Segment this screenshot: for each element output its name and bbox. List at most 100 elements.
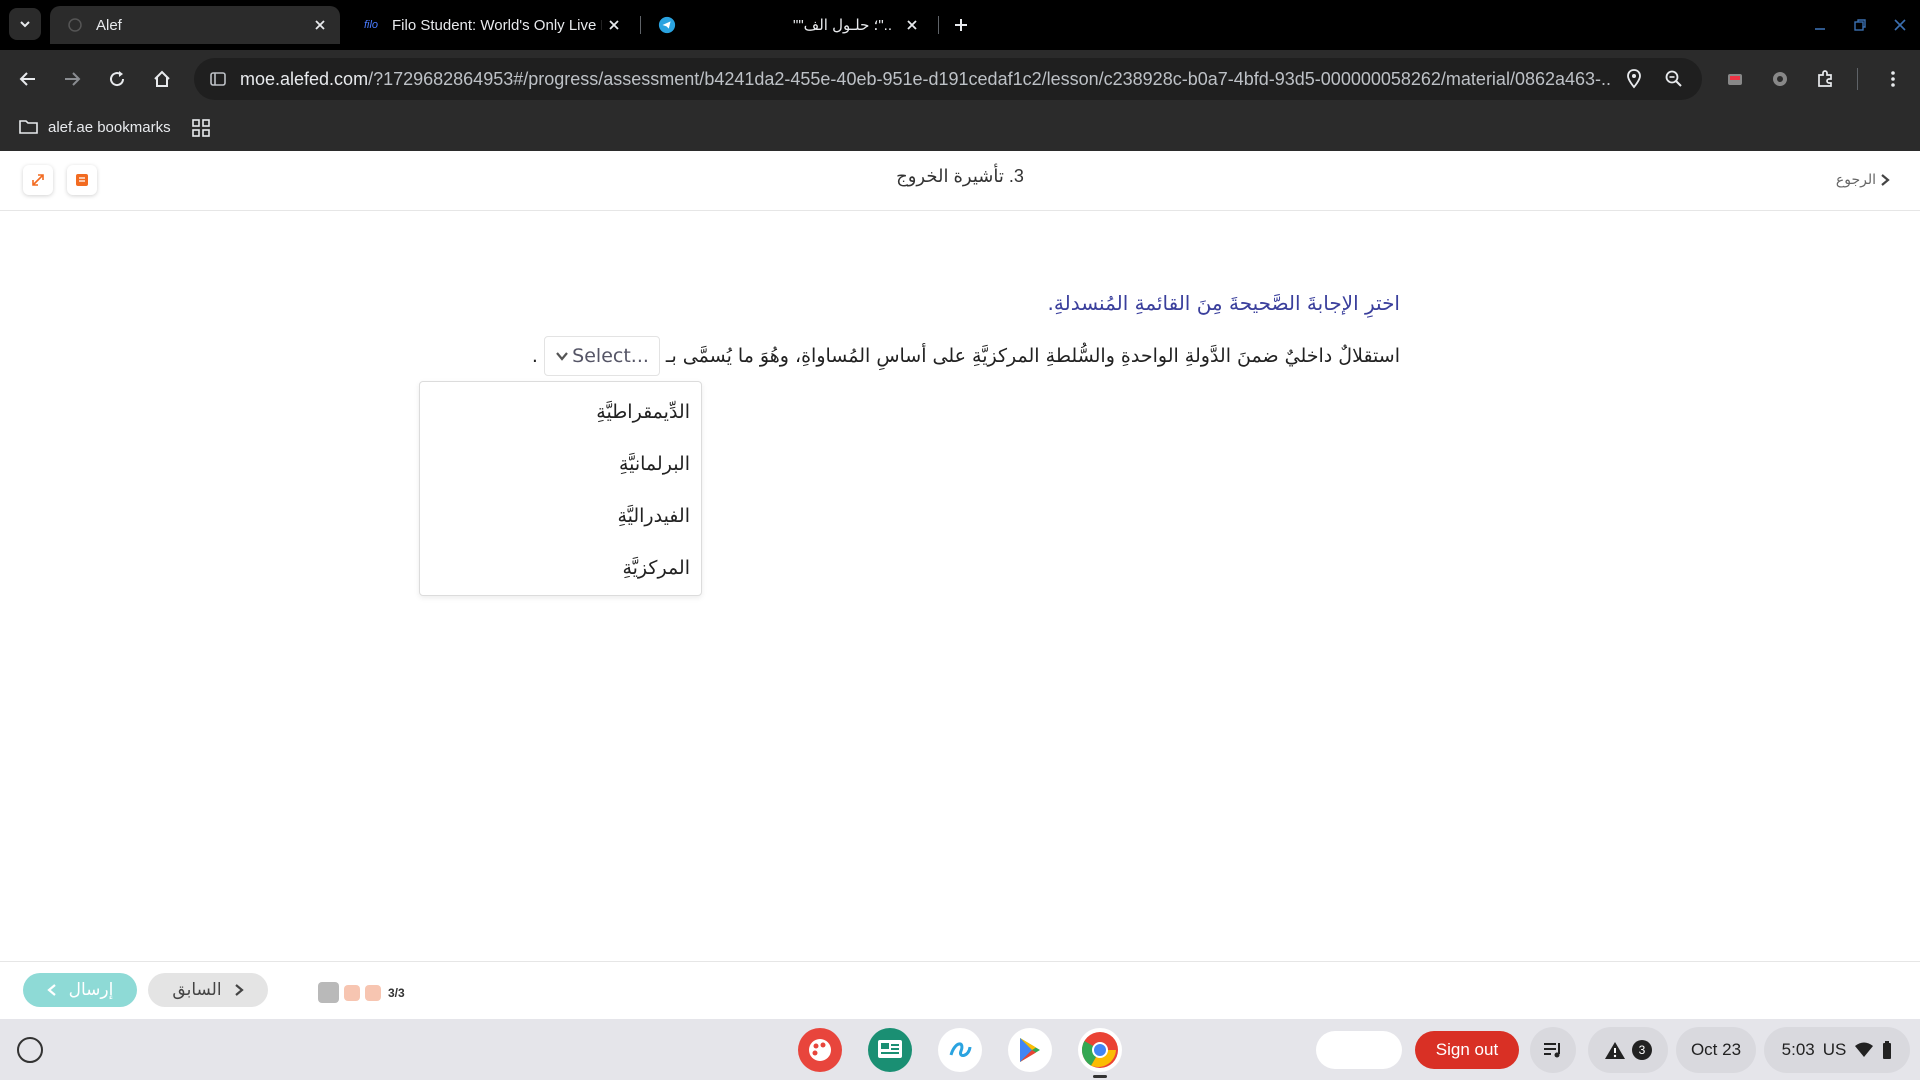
battery-icon bbox=[1883, 1041, 1892, 1059]
progress-dot[interactable] bbox=[344, 984, 360, 1001]
extension-button[interactable] bbox=[1720, 64, 1750, 94]
dropdown-option[interactable]: الفيدراليَّةِ bbox=[420, 490, 701, 542]
puzzle-icon bbox=[1818, 70, 1832, 87]
filo-favicon-icon: filo bbox=[363, 19, 379, 31]
submit-label: إرسال bbox=[68, 980, 114, 999]
lesson-header: 3. تأشيرة الخروج الرجوع bbox=[0, 151, 1920, 211]
clock-time: 5:03 bbox=[1781, 1040, 1815, 1059]
minimize-icon bbox=[1815, 28, 1825, 30]
zoom-icon[interactable] bbox=[1664, 69, 1684, 89]
url-path: /?1729682864953#/progress/assessment/b42… bbox=[368, 69, 1610, 89]
home-button[interactable] bbox=[147, 64, 177, 94]
chevron-down-icon bbox=[20, 21, 30, 28]
progress-text: 3/3 bbox=[388, 985, 405, 1000]
lesson-footer: إرسال السابق 3/3 bbox=[0, 961, 1920, 1019]
extension-button[interactable] bbox=[1765, 64, 1795, 94]
new-tab-button[interactable] bbox=[948, 12, 974, 38]
url-host: moe.alefed.com bbox=[240, 69, 369, 89]
tab-separator bbox=[640, 16, 641, 34]
extensions-menu-button[interactable] bbox=[1810, 64, 1840, 94]
site-info-icon[interactable] bbox=[208, 69, 228, 89]
more-vertical-icon bbox=[1891, 71, 1895, 87]
expand-icon bbox=[32, 174, 44, 186]
paint-app-icon[interactable] bbox=[798, 1028, 842, 1072]
close-tab-icon[interactable] bbox=[900, 13, 924, 37]
dropdown-option[interactable]: البرلمانيَّةِ bbox=[420, 438, 701, 490]
launcher-button[interactable] bbox=[17, 1037, 43, 1063]
close-tab-icon[interactable] bbox=[308, 13, 332, 37]
tab-search-button[interactable] bbox=[9, 8, 41, 40]
question-instruction: اخترِ الإجابةَ الصَّحيحةَ مِنَ القائمةِ … bbox=[1047, 291, 1400, 315]
answer-select[interactable]: Select... bbox=[543, 336, 660, 376]
play-store-app-icon[interactable] bbox=[1008, 1028, 1052, 1072]
cursive-app-icon[interactable] bbox=[938, 1028, 982, 1072]
answer-dropdown-list: الدِّيمقراطيَّةِ البرلمانيَّةِ الفيدرالي… bbox=[419, 381, 702, 596]
tab-telegram[interactable]: ""؛ حلـول الف".. bbox=[642, 6, 932, 44]
dropdown-option[interactable]: الدِّيمقراطيَّةِ bbox=[420, 386, 701, 438]
browser-tab-strip: Alef filo Filo Student: World's Only Liv… bbox=[0, 0, 1920, 50]
tab-filo[interactable]: filo Filo Student: World's Only Live I bbox=[348, 6, 634, 44]
plus-icon bbox=[955, 19, 967, 31]
chrome-app-icon[interactable] bbox=[1078, 1028, 1122, 1072]
status-area[interactable]: 5:03 US bbox=[1764, 1027, 1910, 1073]
tab-separator bbox=[938, 16, 939, 34]
previous-button[interactable]: السابق bbox=[148, 973, 268, 1007]
previous-label: السابق bbox=[172, 980, 222, 999]
active-app-indicator bbox=[1093, 1075, 1107, 1078]
page-content: 3. تأشيرة الخروج الرجوع اخترِ الإجابةَ ا… bbox=[0, 151, 1920, 1019]
back-link[interactable]: الرجوع bbox=[1836, 171, 1890, 188]
back-button[interactable] bbox=[13, 64, 43, 94]
input-method-label: US bbox=[1822, 1040, 1847, 1059]
restore-window-button[interactable] bbox=[1847, 12, 1873, 38]
close-tab-icon[interactable] bbox=[602, 13, 626, 37]
orange-logo-icon bbox=[76, 174, 88, 186]
media-controls-button[interactable] bbox=[1530, 1027, 1576, 1073]
warning-icon bbox=[1605, 1042, 1625, 1059]
telegram-icon bbox=[658, 16, 676, 34]
lesson-title: 3. تأشيرة الخروج bbox=[896, 166, 1024, 186]
progress-dot[interactable] bbox=[318, 982, 339, 1003]
close-window-button[interactable] bbox=[1887, 12, 1913, 38]
classroom-app-icon[interactable] bbox=[868, 1028, 912, 1072]
reload-icon bbox=[110, 71, 125, 87]
chevron-down-icon bbox=[556, 352, 568, 361]
close-icon bbox=[1894, 19, 1906, 31]
tab-title: ""؛ حلـول الف".. bbox=[793, 17, 892, 34]
bookmark-label: alef.ae bookmarks bbox=[48, 118, 171, 136]
forward-button[interactable] bbox=[57, 64, 87, 94]
browser-toolbar: moe.alefed.com/?1729682864953#/progress/… bbox=[0, 50, 1920, 107]
location-pin-icon[interactable] bbox=[1624, 68, 1644, 90]
extension-red-icon bbox=[1728, 74, 1742, 85]
bookmarks-bar: alef.ae bookmarks bbox=[0, 107, 1920, 151]
progress-dot[interactable] bbox=[365, 984, 381, 1001]
minimize-window-button[interactable] bbox=[1807, 12, 1833, 38]
sign-out-button[interactable]: Sign out bbox=[1415, 1031, 1519, 1069]
chevron-right-icon bbox=[234, 984, 244, 996]
address-bar[interactable]: moe.alefed.com/?1729682864953#/progress/… bbox=[194, 58, 1702, 100]
os-shelf: Sign out 3 Oct 23 5:03 US bbox=[0, 1019, 1920, 1080]
tab-title: Alef bbox=[96, 16, 122, 34]
fullscreen-button[interactable] bbox=[23, 165, 53, 195]
alef-favicon-icon bbox=[66, 16, 84, 34]
media-queue-icon bbox=[1544, 1043, 1560, 1058]
submit-button[interactable]: إرسال bbox=[23, 973, 137, 1007]
chrome-menu-button[interactable] bbox=[1878, 64, 1908, 94]
apps-grid-icon bbox=[192, 119, 210, 137]
select-placeholder: Select... bbox=[572, 345, 649, 367]
url-text[interactable]: moe.alefed.com/?1729682864953#/progress/… bbox=[240, 69, 1610, 90]
bookmark-folder-alef[interactable]: alef.ae bookmarks bbox=[18, 117, 171, 137]
arrow-left-icon bbox=[19, 72, 35, 86]
reload-button[interactable] bbox=[102, 64, 132, 94]
date-tray[interactable]: Oct 23 bbox=[1676, 1027, 1756, 1073]
question-text: استقلالٌ داخليٌ ضمنَ الدَّولةِ الواحدةِ … bbox=[532, 336, 1400, 376]
question-text-after: . bbox=[531, 345, 538, 367]
tab-alef[interactable]: Alef bbox=[50, 6, 340, 44]
question-text-before: استقلالٌ داخليٌ ضمنَ الدَّولةِ الواحدةِ … bbox=[665, 345, 1400, 367]
arrow-right-icon bbox=[65, 72, 81, 86]
notifications-tray[interactable]: 3 bbox=[1588, 1027, 1668, 1073]
lesson-menu-button[interactable] bbox=[67, 165, 97, 195]
holding-space-tray[interactable] bbox=[1316, 1031, 1402, 1069]
apps-shortcut-button[interactable] bbox=[192, 119, 210, 137]
dropdown-option[interactable]: المركزيَّةِ bbox=[420, 542, 701, 594]
back-label: الرجوع bbox=[1835, 171, 1876, 187]
